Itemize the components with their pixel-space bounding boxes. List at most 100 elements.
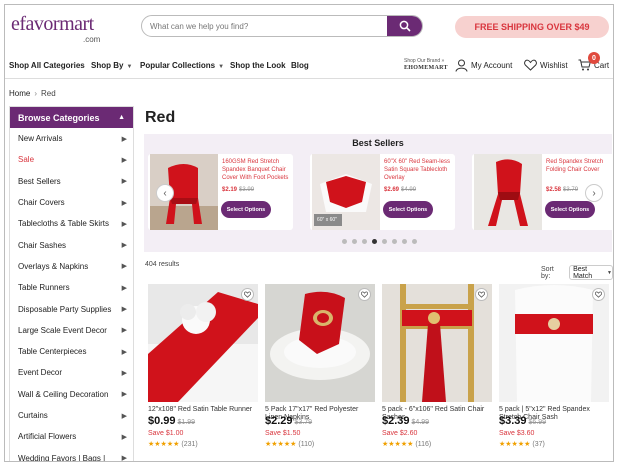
nav-popular-collections[interactable]: Popular Collections ▼ [140, 61, 224, 70]
wishlist-link[interactable]: Wishlist [524, 59, 568, 71]
sidebar-item-chair-covers[interactable]: Chair Covers ▶ [10, 192, 133, 213]
size-tag: 60" x 60" [317, 217, 337, 223]
product-card[interactable]: 5 pack - 6"x106" Red Satin Chair Sashes … [382, 284, 494, 461]
product-image[interactable] [474, 154, 542, 230]
sidebar-item-wedding-favors[interactable]: Wedding Favors | Bags | ▶ [10, 447, 133, 462]
sidebar-item-wall-ceiling[interactable]: Wall & Ceiling Decoration ▶ [10, 384, 133, 405]
carousel-next-button[interactable]: › [585, 184, 603, 202]
best-sellers-title: Best Sellers [352, 138, 404, 148]
price-current: $0.99 [148, 415, 176, 427]
carousel-dot[interactable] [352, 239, 357, 244]
chevron-right-icon: ▶ [121, 156, 127, 164]
product-rating[interactable]: ★★★★★ (116) [382, 440, 431, 448]
star-rating-icon: ★★★★★ [148, 441, 180, 448]
price-old: $3.79 [294, 419, 313, 426]
product-image[interactable] [499, 284, 609, 402]
nav-shop-all[interactable]: Shop All Categories [9, 61, 85, 70]
sidebar-item-label: Disposable Party Supplies [18, 304, 112, 314]
sidebar-header[interactable]: Browse Categories ▲ [10, 107, 133, 128]
select-options-button[interactable]: Select Options [221, 201, 271, 218]
product-name[interactable]: 160GSM Red Stretch Spandex Banquet Chair… [222, 158, 290, 182]
price-current: $3.39 [499, 415, 527, 427]
product-card[interactable]: 5 Pack 17"x17" Red Polyester Linen Napki… [265, 284, 377, 461]
carousel-dot[interactable] [412, 239, 417, 244]
select-options-button[interactable]: Select Options [545, 201, 595, 218]
nav-blog[interactable]: Blog [291, 61, 309, 70]
product-price: $2.19 $3.99 [222, 187, 254, 193]
sidebar-item-label: Best Sellers [18, 176, 61, 186]
product-image[interactable]: 60" x 60" [312, 154, 380, 230]
product-name[interactable]: 60"X 60" Red Seam-less Satin Square Tabl… [384, 158, 452, 182]
price-old: $3.79 [563, 187, 579, 193]
sidebar-item-sale[interactable]: Sale ▶ [10, 149, 133, 170]
star-rating-icon: ★★★★★ [265, 441, 297, 448]
sidebar-item-label: Chair Sashes [18, 240, 67, 250]
carousel-dot[interactable] [362, 239, 367, 244]
logo-text: efavormart [11, 13, 94, 35]
sidebar-item-artificial-flowers[interactable]: Artificial Flowers ▶ [10, 426, 133, 447]
sidebar-item-best-sellers[interactable]: Best Sellers ▶ [10, 171, 133, 192]
wishlist-button[interactable] [475, 288, 488, 301]
product-rating[interactable]: ★★★★★ (231) [148, 440, 198, 448]
nav-shop-by-label: Shop By [91, 61, 124, 70]
chevron-up-icon: ▲ [118, 114, 125, 121]
product-card[interactable]: 12"x108" Red Satin Table Runner $0.99 $1.… [148, 284, 260, 461]
sidebar-item-large-scale[interactable]: Large Scale Event Decor ▶ [10, 320, 133, 341]
carousel-dot[interactable] [402, 239, 407, 244]
sidebar-title: Browse Categories [18, 112, 100, 123]
product-image[interactable] [382, 284, 492, 402]
sidebar-item-label: Large Scale Event Decor [18, 325, 107, 335]
wishlist-button[interactable] [592, 288, 605, 301]
carousel-dot-active[interactable] [372, 239, 377, 244]
sort-select[interactable]: Best Match ▼ [569, 265, 613, 280]
carousel-dot[interactable] [342, 239, 347, 244]
free-shipping-banner[interactable]: FREE SHIPPING OVER $49 [455, 16, 609, 38]
wishlist-button[interactable] [358, 288, 371, 301]
sidebar-item-overlays-napkins[interactable]: Overlays & Napkins ▶ [10, 256, 133, 277]
site-logo[interactable]: efavormart .com [11, 11, 121, 47]
select-options-button[interactable]: Select Options [383, 201, 433, 218]
sidebar-item-new-arrivals[interactable]: New Arrivals ▶ [10, 128, 133, 149]
breadcrumb-home[interactable]: Home [9, 89, 30, 98]
product-rating[interactable]: ★★★★★ (110) [265, 440, 314, 448]
sidebar-item-label: Table Runners [18, 283, 70, 293]
sidebar-item-tablecloths[interactable]: Tablecloths & Table Skirts ▶ [10, 213, 133, 234]
heart-icon [524, 59, 537, 71]
product-image[interactable] [265, 284, 375, 402]
product-image[interactable] [148, 284, 258, 402]
carousel-dot[interactable] [382, 239, 387, 244]
chevron-right-icon: ▶ [121, 199, 127, 207]
logo-domain: .com [83, 35, 101, 44]
search-button[interactable] [387, 16, 422, 36]
chevron-right-icon: ▶ [121, 284, 127, 292]
search-icon [399, 20, 411, 32]
product-name[interactable]: Red Spandex Stretch Folding Chair Cover [546, 158, 613, 174]
carousel-prev-button[interactable]: ‹ [156, 184, 174, 202]
nav-shop-the-look[interactable]: Shop the Look [230, 61, 286, 70]
chevron-right-icon: ▶ [121, 412, 127, 420]
carousel-dot[interactable] [392, 239, 397, 244]
product-card[interactable]: 5 pack | 5"x12" Red Spandex Stretch Chai… [499, 284, 611, 461]
nav-shop-by[interactable]: Shop By ▼ [91, 61, 132, 70]
sidebar-item-label: Wedding Favors | Bags | [18, 453, 106, 462]
sort-label: Sort by: [541, 265, 554, 280]
best-seller-card[interactable]: 60" x 60" 60"X 60" Red Seam-less Satin S… [310, 154, 455, 230]
sidebar-item-disposable[interactable]: Disposable Party Supplies ▶ [10, 298, 133, 319]
sidebar-item-event-decor[interactable]: Event Decor ▶ [10, 362, 133, 383]
ehomemart-link[interactable]: Shop Our Brand » EHOMEMART [404, 58, 448, 72]
sidebar-item-label: Tablecloths & Table Skirts [18, 219, 110, 229]
sidebar-item-chair-sashes[interactable]: Chair Sashes ▶ [10, 234, 133, 255]
sidebar-item-label: Chair Covers [18, 198, 65, 208]
product-name[interactable]: 12"x108" Red Satin Table Runner [148, 406, 260, 414]
my-account-link[interactable]: My Account [455, 59, 512, 72]
chevron-right-icon: ▶ [121, 306, 127, 314]
chevron-right-icon: ▶ [121, 178, 127, 186]
sidebar-item-table-runners[interactable]: Table Runners ▶ [10, 277, 133, 298]
price-current: $2.58 [546, 187, 562, 193]
chevron-right-icon: ▶ [121, 242, 127, 250]
wishlist-button[interactable] [241, 288, 254, 301]
search-input[interactable] [150, 19, 370, 34]
sidebar-item-centerpieces[interactable]: Table Centerpieces ▶ [10, 341, 133, 362]
sidebar-item-curtains[interactable]: Curtains ▶ [10, 405, 133, 426]
product-rating[interactable]: ★★★★★ (37) [499, 440, 545, 448]
